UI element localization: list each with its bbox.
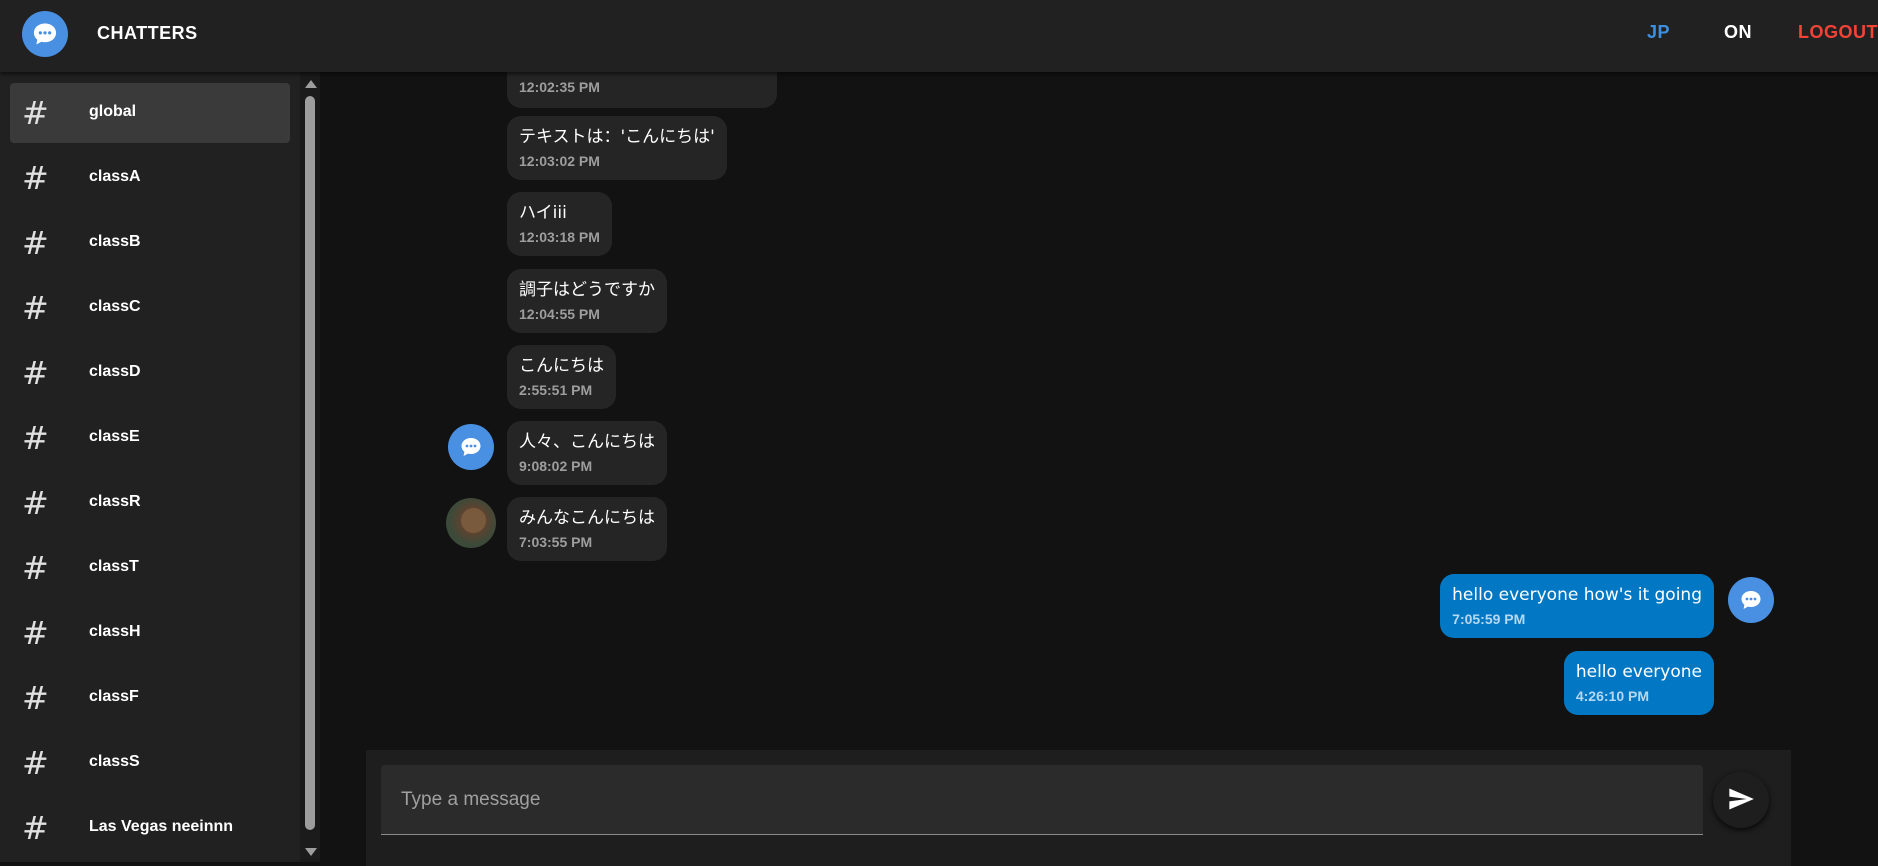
channel-label: classD xyxy=(89,363,141,380)
hash-icon: # xyxy=(22,354,49,392)
sidebar-item-global[interactable]: # global xyxy=(10,83,290,143)
language-button[interactable]: JP xyxy=(1647,22,1670,43)
hash-icon: # xyxy=(22,419,49,457)
message-time: 4:26:10 PM xyxy=(1575,688,1649,704)
sidebar-item-classe[interactable]: # classE xyxy=(10,408,290,468)
hash-icon: # xyxy=(22,159,49,197)
message-text: hello everyone xyxy=(1575,662,1702,682)
channel-label: global xyxy=(89,103,137,120)
message-time: 12:03:02 PM xyxy=(519,153,600,169)
sidebar-item-classs[interactable]: # classS xyxy=(10,733,290,793)
channel-label: classB xyxy=(89,233,141,250)
app-bar: CHATTERS JP ON LOGOUT xyxy=(0,0,1878,72)
send-icon xyxy=(1727,785,1755,816)
message-text: みんなこんにちは xyxy=(519,508,655,528)
message-bubble: テキストは：'こんにちは' 12:03:02 PM xyxy=(507,116,727,180)
chat-bubble-icon[interactable] xyxy=(1728,577,1774,623)
hash-icon: # xyxy=(22,289,49,327)
sidebar-item-classd[interactable]: # classD xyxy=(10,343,290,403)
message-bubble-outgoing: hello everyone 4:26:10 PM xyxy=(1563,651,1714,715)
toggle-button[interactable]: ON xyxy=(1724,22,1752,43)
hash-icon: # xyxy=(22,614,49,652)
hash-icon: # xyxy=(22,809,49,847)
message-bubble: ハイiii 12:03:18 PM xyxy=(507,192,612,256)
sidebar-item-classr[interactable]: # classR xyxy=(10,473,290,533)
logout-button[interactable]: LOGOUT xyxy=(1798,22,1878,43)
chat-bubble-icon[interactable] xyxy=(22,11,68,57)
user-avatar-photo[interactable] xyxy=(446,498,496,548)
hash-icon: # xyxy=(22,744,49,782)
message-text: hello everyone how's it going xyxy=(1452,585,1702,605)
hash-icon: # xyxy=(22,549,49,587)
channel-label: classH xyxy=(89,623,141,640)
hash-icon: # xyxy=(22,94,49,132)
message-bubble: みんなこんにちは 7:03:55 PM xyxy=(507,497,667,561)
channel-label: classR xyxy=(89,493,141,510)
message-text: 人々、こんにちは xyxy=(519,432,655,452)
message-bubble: 人々、こんにちは 9:08:02 PM xyxy=(507,421,667,485)
message-input[interactable] xyxy=(381,765,1703,834)
message-time: 12:04:55 PM xyxy=(519,306,600,322)
message-composer xyxy=(366,750,1791,866)
message-list: 12:02:35 PM テキストは：'こんにちは' 12:03:02 PM ハイ… xyxy=(320,52,1878,866)
message-text: ハイiii xyxy=(519,203,567,223)
channel-label: classE xyxy=(89,428,140,445)
message-time: 7:05:59 PM xyxy=(1452,611,1526,627)
channel-label: classF xyxy=(89,688,139,705)
chat-bubble-icon[interactable] xyxy=(448,424,494,470)
app-title: CHATTERS xyxy=(97,23,198,43)
message-time: 7:03:55 PM xyxy=(519,534,593,550)
channel-label: classT xyxy=(89,558,139,575)
message-time: 2:55:51 PM xyxy=(519,382,593,398)
message-text: こんにちは xyxy=(519,356,604,376)
message-time: 12:03:18 PM xyxy=(519,229,600,245)
message-bubble: 調子はどうですか 12:04:55 PM xyxy=(507,269,667,333)
sidebar-item-classf[interactable]: # classF xyxy=(10,668,290,728)
message-time: 12:02:35 PM xyxy=(519,79,600,95)
sidebar-item-classa[interactable]: # classA xyxy=(10,148,290,208)
message-input-wrapper xyxy=(381,765,1703,835)
sidebar-scrollbar[interactable] xyxy=(300,72,320,862)
sidebar-item-classc[interactable]: # classC xyxy=(10,278,290,338)
scroll-up-arrow-icon[interactable] xyxy=(305,80,317,88)
hash-icon: # xyxy=(22,224,49,262)
channel-label: classC xyxy=(89,298,141,315)
message-text: 調子はどうですか xyxy=(519,280,655,300)
channel-label: classS xyxy=(89,753,140,770)
send-button[interactable] xyxy=(1713,772,1769,828)
message-bubble: こんにちは 2:55:51 PM xyxy=(507,345,616,409)
sidebar-item-classh[interactable]: # classH xyxy=(10,603,290,663)
scrollbar-thumb[interactable] xyxy=(305,96,315,830)
message-text: テキストは：'こんにちは' xyxy=(519,127,715,147)
message-bubble-outgoing: hello everyone how's it going 7:05:59 PM xyxy=(1440,574,1714,638)
message-time: 9:08:02 PM xyxy=(519,458,593,474)
sidebar-item-classt[interactable]: # classT xyxy=(10,538,290,598)
sidebar-item-classb[interactable]: # classB xyxy=(10,213,290,273)
scroll-down-arrow-icon[interactable] xyxy=(305,848,317,856)
sidebar-item-las-vegas-neeinnn[interactable]: # Las Vegas neeinnn xyxy=(10,798,290,858)
channel-sidebar: # global # classA # classB # classC # cl… xyxy=(0,72,300,862)
channel-label: classA xyxy=(89,168,141,185)
channel-label: Las Vegas neeinnn xyxy=(89,818,234,835)
hash-icon: # xyxy=(22,484,49,522)
hash-icon: # xyxy=(22,679,49,717)
